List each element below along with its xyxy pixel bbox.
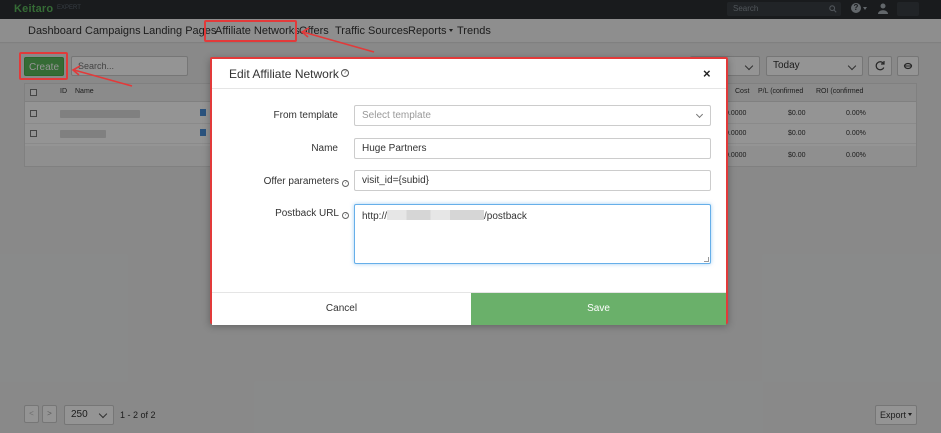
template-placeholder: Select template (362, 110, 431, 121)
offer-params-label-text: Offer parameters (263, 176, 339, 187)
save-button[interactable]: Save (471, 293, 726, 325)
help-icon[interactable]: ? (342, 180, 349, 187)
modal-title: Edit Affiliate Network (229, 67, 339, 81)
offer-params-field[interactable]: visit_id={subid} (354, 170, 711, 191)
postback-url-textarea[interactable]: http:// /postback (354, 204, 711, 264)
redacted-domain (387, 210, 485, 220)
create-highlight-box (19, 52, 68, 80)
help-icon[interactable]: ? (341, 69, 349, 77)
modal-footer: Cancel Save (212, 292, 726, 325)
template-select[interactable]: Select template (354, 105, 711, 126)
close-icon[interactable]: × (703, 66, 711, 81)
offer-params-label: Offer parameters? (264, 176, 349, 187)
modal-header: Edit Affiliate Network ? × (212, 59, 726, 89)
cancel-button[interactable]: Cancel (212, 293, 471, 325)
name-label: Name (311, 143, 338, 154)
edit-affiliate-network-dialog: Edit Affiliate Network ? × From template… (210, 57, 728, 325)
name-field[interactable]: Huge Partners (354, 138, 711, 159)
template-label: From template (273, 110, 338, 121)
postback-suffix: /postback (484, 211, 527, 222)
chevron-down-icon (695, 110, 704, 119)
postback-prefix: http:// (362, 211, 388, 222)
nav-highlight-box (204, 20, 297, 42)
postback-label-text: Postback URL (275, 208, 339, 219)
help-icon[interactable]: ? (342, 212, 349, 219)
postback-label: Postback URL? (275, 208, 349, 219)
resize-handle[interactable] (704, 257, 709, 262)
